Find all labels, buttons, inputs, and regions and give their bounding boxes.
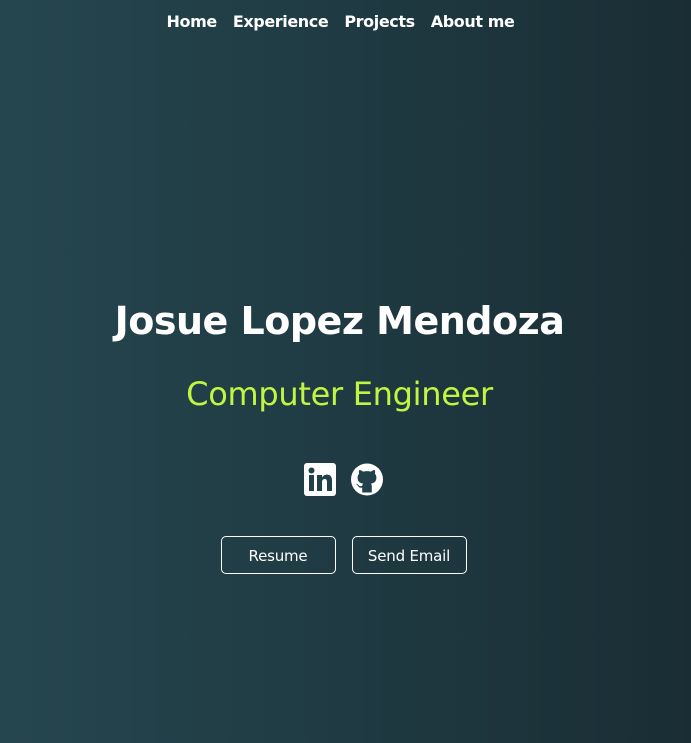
- github-link[interactable]: [351, 463, 383, 496]
- nav-home-link[interactable]: Home: [167, 11, 218, 33]
- hero-section: Josue Lopez Mendoza Computer Engineer: [0, 296, 691, 414]
- person-name: Josue Lopez Mendoza: [114, 299, 565, 343]
- job-title: Computer Engineer: [186, 375, 493, 413]
- top-navigation: Home Experience Projects About me: [0, 11, 686, 33]
- resume-button[interactable]: Resume: [220, 536, 336, 574]
- github-icon: [351, 463, 383, 496]
- linkedin-link[interactable]: [304, 463, 336, 496]
- social-links: [0, 463, 689, 496]
- linkedin-icon: [304, 463, 336, 496]
- send-email-button[interactable]: Send Email: [351, 536, 467, 574]
- nav-projects-link[interactable]: Projects: [344, 11, 415, 33]
- nav-about-link[interactable]: About me: [431, 11, 515, 33]
- nav-experience-link[interactable]: Experience: [233, 11, 329, 33]
- action-buttons: Resume Send Email: [0, 536, 689, 574]
